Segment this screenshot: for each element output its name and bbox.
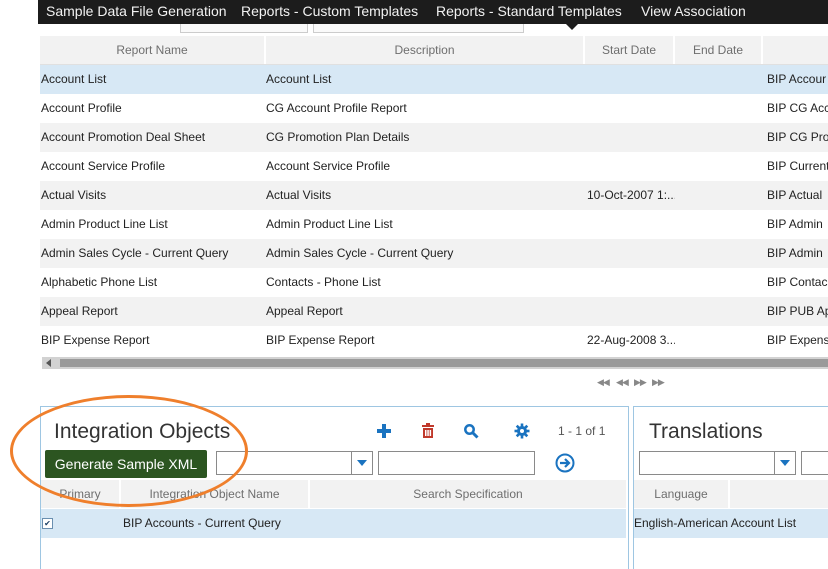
chevron-down-icon[interactable] [351,452,372,474]
first-page-icon[interactable]: ◀◀ [597,377,610,388]
query-value-input[interactable] [378,451,535,475]
cell-name: Alphabetic Phone List [41,275,158,289]
scrollbar-thumb[interactable] [60,359,828,367]
table-row[interactable]: Actual Visits Actual Visits 10-Oct-2007 1:… [40,181,828,210]
next-page-icon[interactable]: ▶▶ [634,377,647,388]
column-header-description[interactable]: Description [266,36,585,64]
tab-reports-standard-templates[interactable]: Reports - Standard Templates [436,3,622,19]
record-count: 1 - 1 of 1 [558,424,606,438]
table-row[interactable]: BIP Expense Report BIP Expense Report 22-A… [40,326,828,355]
cell-name: Account Service Profile [41,159,166,173]
tab-view-association[interactable]: View Association [641,3,746,19]
integration-object-name: BIP Accounts - Current Query [123,516,281,530]
cell-extra: BIP Actual [767,188,823,202]
column-header-extra[interactable] [763,36,828,64]
add-icon[interactable] [375,422,393,440]
translations-query-select[interactable] [639,451,796,475]
cell-description: Appeal Report [266,304,343,318]
cell-description: BIP Expense Report [266,333,375,347]
cell-name: Admin Product Line List [41,217,168,231]
cell-name: Actual Visits [41,188,107,202]
table-row[interactable]: Account List Account List BIP Accour [40,65,828,94]
primary-checkbox[interactable]: ✔ [42,518,53,529]
cell-description: CG Account Profile Report [266,101,407,115]
table-row[interactable]: Alphabetic Phone List Contacts - Phone Li… [40,268,828,297]
go-arrow-icon[interactable] [555,453,575,473]
cell-extra: BIP Accour [767,72,827,86]
cell-description: CG Promotion Plan Details [266,130,410,144]
cell-extra: BIP Expens [767,333,828,347]
column-header-search-specification[interactable]: Search Specification [310,480,626,508]
last-page-icon[interactable]: ▶▶ [652,377,665,388]
table-row[interactable]: Account Service Profile Account Service P… [40,152,828,181]
cell-extra: BIP Contac [767,275,828,289]
highlight-ellipse [10,395,248,507]
cell-description: Admin Sales Cycle - Current Query [266,246,454,260]
tab-sample-data-file-generation[interactable]: Sample Data File Generation [46,3,227,19]
cell-description: Account List [266,72,332,86]
column-header-language[interactable]: Language [634,480,730,508]
query-field-edge [313,24,524,33]
tab-reports-custom-templates[interactable]: Reports - Custom Templates [241,3,418,19]
scroll-left-arrow-icon[interactable] [46,359,51,367]
cell-description: Actual Visits [266,188,332,202]
cell-description: Account Service Profile [266,159,391,173]
gear-icon[interactable] [513,422,531,440]
cell-description: Admin Product Line List [266,217,393,231]
cell-name: Account Profile [41,101,122,115]
search-icon[interactable] [462,422,480,440]
cell-name: Account Promotion Deal Sheet [41,130,206,144]
cell-extra: BIP CG Acc [767,101,828,115]
table-row[interactable]: Admin Product Line List Admin Product Lin… [40,210,828,239]
cell-start-date: 10-Oct-2007 1:... [587,188,675,202]
chevron-down-icon[interactable] [774,452,795,474]
translations-title: Translations [649,420,763,443]
table-row[interactable]: Appeal Report Appeal Report BIP PUB Ap [40,297,828,326]
column-header-start-date[interactable]: Start Date [585,36,675,64]
column-header-report-name[interactable]: Report Name [40,36,266,64]
cell-extra: BIP Admin [767,217,823,231]
cell-name: Appeal Report [41,304,118,318]
translations-value-input[interactable] [801,451,828,475]
active-tab-indicator [566,24,578,30]
column-header-end-date[interactable]: End Date [675,36,763,64]
cell-extra: BIP Current [767,159,828,173]
table-row[interactable]: Account Profile CG Account Profile Report… [40,94,828,123]
horizontal-scrollbar[interactable] [42,357,828,369]
top-nav-bar: Sample Data File Generation Reports - Cu… [38,0,828,30]
cell-name: Admin Sales Cycle - Current Query [41,246,229,260]
cell-extra: BIP Admin [767,246,823,260]
cell-start-date: 22-Aug-2008 3... [587,333,675,347]
previous-page-icon[interactable]: ◀◀ [616,377,629,388]
translation-text: English-American Account List [634,516,797,530]
cell-name: BIP Expense Report [41,333,150,347]
cell-extra: BIP CG Pro [767,130,828,144]
table-row[interactable]: ✔ BIP Accounts - Current Query [41,509,626,538]
table-row[interactable]: English-American Account List [634,509,828,538]
column-header-extra[interactable] [730,480,828,508]
delete-icon[interactable] [419,422,437,440]
table-row[interactable]: Admin Sales Cycle - Current Query Admin S… [40,239,828,268]
query-field-edge [180,24,308,33]
reports-table-header: Report Name Description Start Date End D… [40,36,828,65]
table-row[interactable]: Account Promotion Deal Sheet CG Promotion… [40,123,828,152]
cell-name: Account List [41,72,107,86]
cell-extra: BIP PUB Ap [767,304,828,318]
cell-description: Contacts - Phone List [266,275,381,289]
